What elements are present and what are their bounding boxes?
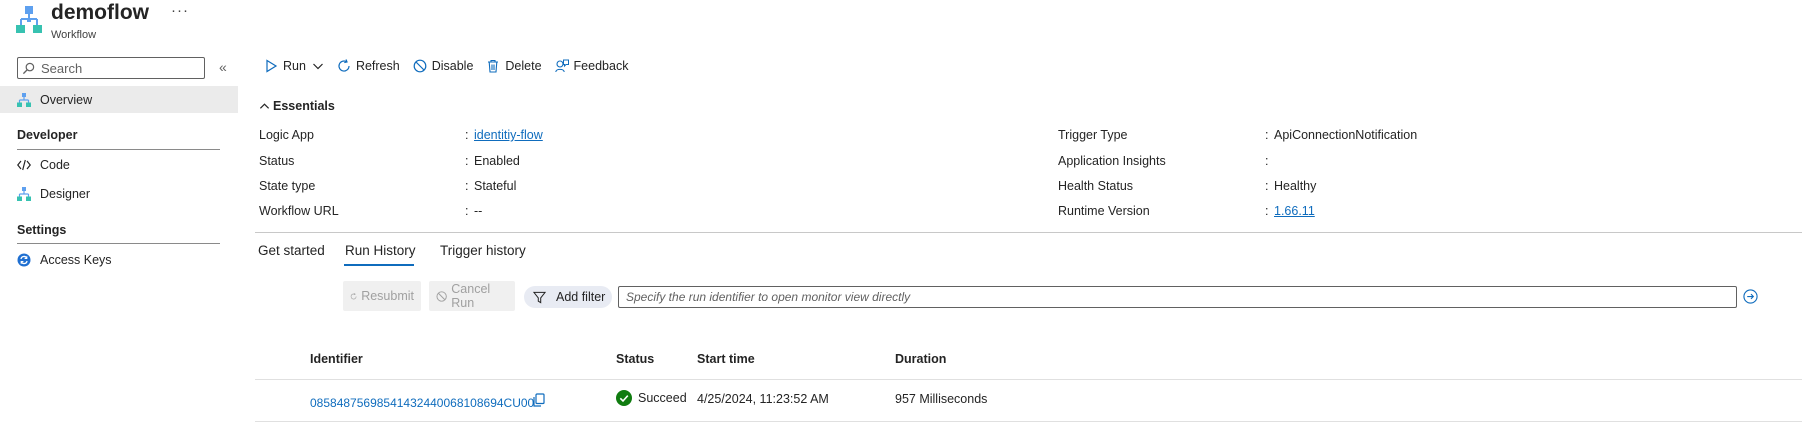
runtime-version-link[interactable]: 1.66.11 — [1274, 204, 1315, 218]
cancel-icon — [436, 290, 447, 302]
delete-button[interactable]: Delete — [486, 59, 542, 73]
sidebar-item-overview[interactable]: Overview — [0, 86, 238, 113]
feedback-label: Feedback — [573, 59, 629, 73]
feedback-icon — [554, 59, 569, 73]
separator: : — [1265, 179, 1269, 193]
sidebar-search-input[interactable]: Search — [17, 57, 205, 79]
add-filter-button[interactable]: Add filter — [524, 286, 612, 308]
delete-label: Delete — [505, 59, 542, 73]
runtime-version-label: Runtime Version — [1058, 204, 1150, 218]
refresh-icon — [350, 292, 357, 299]
sidebar-heading-settings: Settings — [17, 223, 67, 237]
health-status-value: Healthy — [1274, 179, 1317, 193]
tab-trigger-history[interactable]: Trigger history — [440, 243, 526, 258]
disable-button[interactable]: Disable — [413, 59, 474, 73]
column-header-identifier[interactable]: Identifier — [310, 352, 363, 366]
application-insights-label: Application Insights — [1058, 154, 1166, 168]
delete-icon — [488, 59, 499, 73]
search-icon — [22, 62, 35, 74]
sidebar-item-label: Designer — [40, 186, 91, 201]
separator: : — [465, 179, 469, 193]
command-bar: Run Refresh Disable Delete Feedback — [264, 57, 641, 75]
access-keys-icon — [17, 253, 31, 266]
status-value: Enabled — [474, 154, 520, 168]
refresh-button[interactable]: Refresh — [337, 59, 400, 73]
separator: : — [1265, 154, 1269, 168]
active-tab-indicator — [344, 264, 414, 266]
state-type-value: Stateful — [474, 179, 517, 193]
run-status-label: Succeeded — [638, 391, 686, 405]
run-identifier-placeholder: Specify the run identifier to open monit… — [626, 290, 911, 304]
overview-icon — [17, 92, 31, 107]
sidebar-item-label: Overview — [40, 92, 93, 107]
feedback-button[interactable]: Feedback — [554, 59, 629, 73]
play-icon — [266, 59, 278, 73]
sidebar-item-label: Access Keys — [40, 252, 112, 267]
run-duration: 957 Milliseconds — [895, 392, 988, 406]
go-arrow-icon[interactable] — [1743, 289, 1758, 304]
column-header-status[interactable]: Status — [616, 352, 654, 366]
status-label: Status — [259, 154, 295, 168]
more-options-button[interactable]: ··· — [171, 2, 189, 19]
tab-run-history[interactable]: Run History — [345, 243, 416, 258]
trigger-type-value: ApiConnectionNotification — [1274, 128, 1418, 142]
column-header-duration[interactable]: Duration — [895, 352, 946, 366]
separator: : — [465, 154, 469, 168]
separator: : — [1265, 128, 1269, 142]
essentials-heading: Essentials — [273, 99, 335, 113]
sidebar-divider — [17, 243, 220, 244]
sidebar-item-label: Code — [40, 157, 70, 172]
run-identifier-link[interactable]: 08584875698541432440068108694CU00 — [310, 396, 534, 410]
refresh-icon — [338, 59, 350, 72]
workflow-app-icon — [16, 6, 42, 33]
collapse-sidebar-button[interactable]: « — [219, 59, 227, 75]
run-button[interactable]: Run — [264, 59, 324, 73]
table-row-divider — [255, 421, 1802, 422]
success-check-icon — [616, 390, 632, 406]
filter-icon — [533, 291, 546, 303]
separator: : — [465, 128, 469, 142]
run-start-time: 4/25/2024, 11:23:52 AM — [697, 392, 829, 406]
separator: : — [1265, 204, 1269, 218]
page-subtitle: Workflow — [51, 29, 97, 41]
separator: : — [465, 204, 469, 218]
logic-app-link[interactable]: identitiy-flow — [474, 128, 543, 142]
logic-app-label: Logic App — [259, 128, 314, 142]
sidebar-item-access-keys[interactable]: Access Keys — [0, 246, 238, 273]
table-header-divider — [255, 379, 1802, 380]
column-header-start-time[interactable]: Start time — [697, 352, 755, 366]
health-status-label: Health Status — [1058, 179, 1134, 193]
refresh-label: Refresh — [355, 59, 400, 73]
copy-icon[interactable] — [532, 393, 546, 407]
workflow-url-label: Workflow URL — [259, 204, 339, 218]
sidebar-item-code[interactable]: Code — [0, 151, 238, 178]
tab-get-started[interactable]: Get started — [258, 243, 325, 258]
cancel-run-button[interactable]: Cancel Run — [429, 281, 515, 311]
state-type-label: State type — [259, 179, 316, 193]
code-icon — [17, 159, 31, 170]
designer-icon — [17, 186, 31, 201]
add-filter-label: Add filter — [556, 290, 606, 304]
sidebar-item-designer[interactable]: Designer — [0, 180, 238, 207]
resubmit-button[interactable]: Resubmit — [343, 281, 421, 311]
run-label: Run — [283, 59, 306, 73]
cancel-run-label: Cancel Run — [451, 282, 491, 310]
disable-label: Disable — [431, 59, 474, 73]
workflow-url-value: -- — [474, 204, 483, 218]
search-placeholder: Search — [41, 60, 83, 76]
run-status: Succeeded — [616, 390, 686, 406]
resubmit-label: Resubmit — [361, 289, 414, 303]
essentials-divider — [255, 232, 1802, 233]
sidebar-heading-developer: Developer — [17, 128, 78, 142]
run-identifier-input[interactable]: Specify the run identifier to open monit… — [618, 286, 1737, 308]
disable-icon — [413, 59, 427, 73]
trigger-type-label: Trigger Type — [1058, 128, 1128, 142]
essentials-toggle[interactable]: Essentials — [259, 99, 335, 113]
chevron-up-icon — [259, 102, 270, 109]
chevron-down-icon[interactable] — [312, 60, 324, 72]
page-title: demoflow — [51, 1, 149, 24]
sidebar-divider — [17, 149, 220, 150]
